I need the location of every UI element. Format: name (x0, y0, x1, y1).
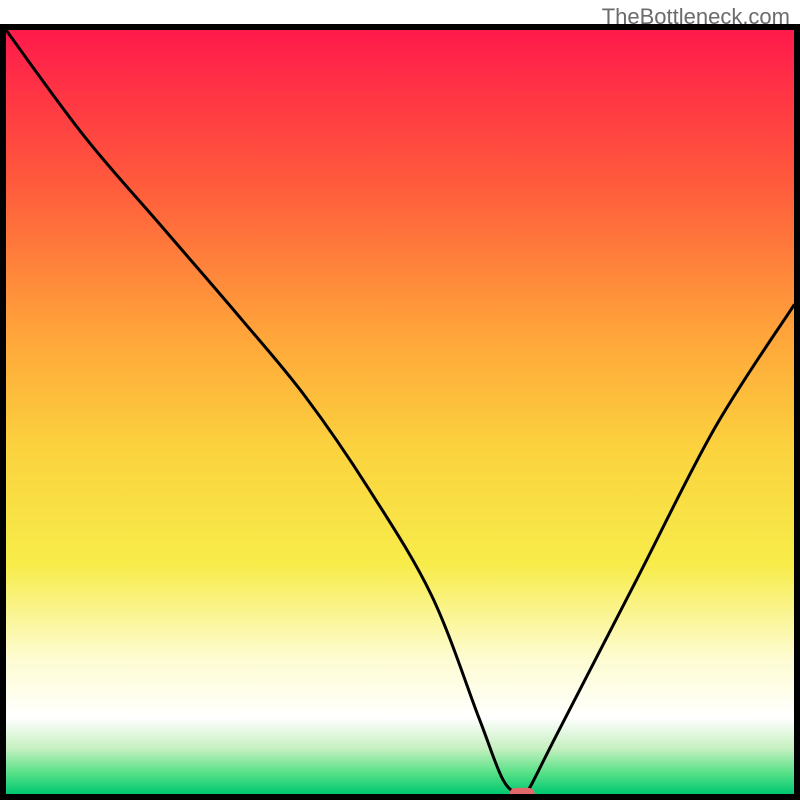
attribution-text: TheBottleneck.com (602, 4, 790, 30)
chart-container: TheBottleneck.com (0, 0, 800, 800)
bottleneck-chart (0, 0, 800, 800)
gradient-background (6, 30, 794, 794)
